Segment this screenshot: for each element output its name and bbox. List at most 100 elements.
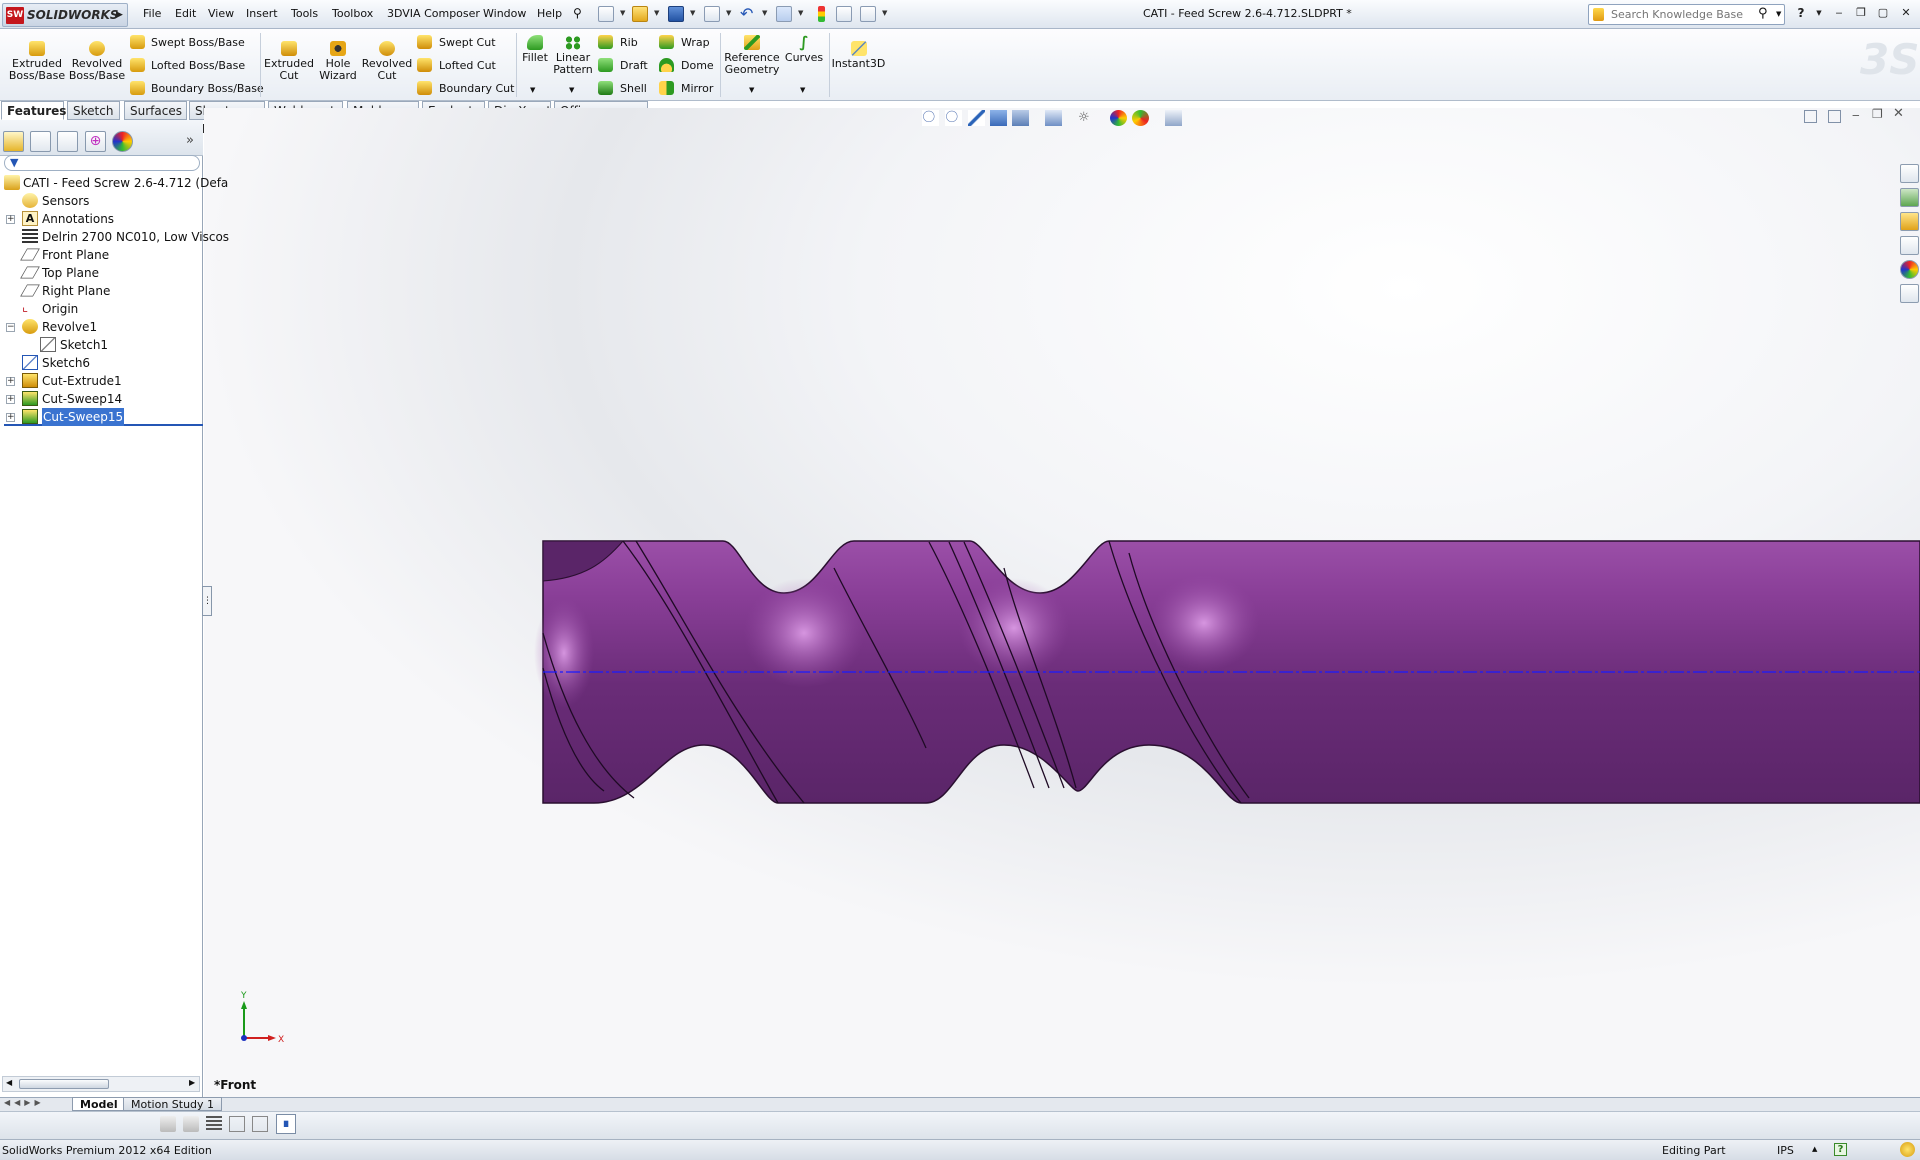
chevron-down-icon[interactable]: ▼ <box>749 86 754 94</box>
draft-button[interactable]: Draft <box>598 58 652 74</box>
menu-window[interactable]: Window <box>483 7 526 20</box>
collapse-icon[interactable]: − <box>6 323 15 332</box>
extruded-boss-button[interactable]: Extruded Boss/Base <box>8 41 66 82</box>
rebuild-traffic-light-icon[interactable] <box>818 6 825 22</box>
property-manager-icon[interactable] <box>30 131 51 152</box>
custom-properties-icon[interactable] <box>1900 284 1919 303</box>
chevron-down-icon[interactable]: ▼ <box>620 9 625 17</box>
apply-scene-icon[interactable] <box>1132 110 1149 126</box>
viewport-close-icon[interactable]: ✕ <box>1893 106 1904 121</box>
expand-icon[interactable]: + <box>6 215 15 224</box>
list-view-icon[interactable] <box>206 1116 222 1132</box>
revolved-cut-button[interactable]: Revolved Cut <box>360 41 414 82</box>
menu-edit[interactable]: Edit <box>175 7 196 20</box>
tree-item-origin[interactable]: ⌞ Origin <box>4 300 203 318</box>
help-button[interactable]: ? <box>1792 6 1810 22</box>
lofted-boss-button[interactable]: Lofted Boss/Base <box>130 58 260 74</box>
instant3d-button[interactable]: Instant3D <box>831 41 886 70</box>
revolved-boss-button[interactable]: Revolved Boss/Base <box>66 41 128 82</box>
expand-icon[interactable]: + <box>6 395 15 404</box>
open-folder-icon[interactable] <box>632 6 648 22</box>
view-orientation-icon[interactable] <box>1012 110 1029 126</box>
file-explorer-icon[interactable] <box>1900 212 1919 231</box>
mirror-button[interactable]: Mirror <box>659 81 719 97</box>
chevron-down-icon[interactable]: ▼ <box>654 9 659 17</box>
tree-item-top-plane[interactable]: Top Plane <box>4 264 203 282</box>
tree-item-sketch1[interactable]: Sketch1 <box>4 336 203 354</box>
reference-geometry-button[interactable]: Reference Geometry <box>722 35 782 76</box>
dimxpert-manager-icon[interactable]: ⊕ <box>85 131 106 152</box>
boundary-boss-button[interactable]: Boundary Boss/Base <box>130 81 264 97</box>
fillet-button[interactable]: Fillet <box>518 35 552 64</box>
search-box[interactable]: ⚲ ▼ <box>1588 4 1785 25</box>
status-units[interactable]: IPS <box>1777 1144 1794 1157</box>
feature-manager-icon[interactable] <box>3 131 24 152</box>
tree-item-right-plane[interactable]: Right Plane <box>4 282 203 300</box>
previous-view-icon[interactable] <box>968 110 985 126</box>
menu-view[interactable]: View <box>208 7 234 20</box>
chevron-down-icon[interactable]: ▼ <box>798 9 803 17</box>
chevron-down-icon[interactable]: ▼ <box>882 9 887 17</box>
rebuild-status-icon[interactable] <box>1900 1142 1915 1157</box>
tree-item-front-plane[interactable]: Front Plane <box>4 246 203 264</box>
tab-sketch[interactable]: Sketch <box>67 101 120 120</box>
undo-icon[interactable]: ↶ <box>740 4 753 23</box>
scroll-thumb[interactable] <box>19 1079 109 1089</box>
menu-insert[interactable]: Insert <box>246 7 278 20</box>
tree-item-material[interactable]: Delrin 2700 NC010, Low Viscos <box>4 228 229 246</box>
solidworks-resources-icon[interactable] <box>1900 164 1919 183</box>
file-properties-icon[interactable] <box>836 6 852 22</box>
wrap-button[interactable]: Wrap <box>659 35 719 51</box>
chevron-down-icon[interactable]: ▼ <box>800 86 805 94</box>
viewport-restore-icon[interactable]: ❐ <box>1872 107 1883 121</box>
hide-show-items-icon[interactable]: ☼ <box>1078 110 1095 126</box>
display-manager-icon[interactable] <box>112 131 133 152</box>
extruded-cut-button[interactable]: Extruded Cut <box>262 41 316 82</box>
rib-button[interactable]: Rib <box>598 35 652 51</box>
tree-item-annotations[interactable]: + A Annotations <box>4 210 203 228</box>
swept-cut-button[interactable]: Swept Cut <box>417 35 517 51</box>
options-icon[interactable] <box>860 6 876 22</box>
screw-body[interactable] <box>534 540 1920 804</box>
chevron-down-icon[interactable]: ▼ <box>569 86 574 94</box>
tree-horizontal-scrollbar[interactable]: ◀ ▶ <box>2 1076 200 1092</box>
new-document-icon[interactable] <box>598 6 614 22</box>
appearances-icon[interactable] <box>1900 260 1919 279</box>
search-icon[interactable]: ⚲ <box>1758 6 1768 21</box>
tree-item-revolve1[interactable]: − Revolve1 <box>4 318 203 336</box>
chevron-down-icon[interactable]: ▼ <box>1810 9 1828 25</box>
print-icon[interactable] <box>704 6 720 22</box>
chevron-down-icon[interactable]: ▼ <box>1776 10 1781 18</box>
table-view-icon[interactable] <box>229 1116 245 1132</box>
chevron-down-icon[interactable]: ▼ <box>530 86 535 94</box>
dome-button[interactable]: Dome <box>659 58 719 74</box>
menu-tools[interactable]: Tools <box>291 7 318 20</box>
feed-screw-model[interactable]: Y X <box>204 108 1920 1097</box>
viewport-minimize-icon[interactable]: ‒ <box>1852 108 1860 122</box>
tab-model[interactable]: Model <box>72 1097 126 1111</box>
viewport-split-icon[interactable] <box>1828 110 1841 123</box>
edit-appearance-icon[interactable] <box>1110 110 1127 126</box>
zoom-to-fit-icon[interactable] <box>922 110 939 126</box>
menu-file[interactable]: File <box>143 7 161 20</box>
graphics-area[interactable]: Y X <box>204 108 1920 1097</box>
tab-features[interactable]: Features <box>1 101 66 120</box>
new-motion-study-icon[interactable] <box>160 1116 176 1132</box>
swept-boss-button[interactable]: Swept Boss/Base <box>130 35 260 51</box>
tab-motion-study-1[interactable]: Motion Study 1 <box>123 1097 223 1111</box>
pin-icon[interactable]: ⚲ <box>573 6 587 20</box>
viewport-tile-icon[interactable] <box>1804 110 1817 123</box>
scroll-left-icon[interactable]: ◀ <box>6 1078 12 1087</box>
layout-view-icon[interactable] <box>252 1116 268 1132</box>
search-input[interactable] <box>1611 7 1761 22</box>
chevron-down-icon[interactable]: ▼ <box>726 9 731 17</box>
scroll-right-icon[interactable]: ▶ <box>189 1078 195 1087</box>
menu-3dvia-composer[interactable]: 3DVIA Composer <box>387 7 480 20</box>
help-icon[interactable]: ? <box>1834 1143 1847 1156</box>
motion-analysis-icon[interactable] <box>183 1116 199 1132</box>
zoom-to-area-icon[interactable] <box>945 110 962 126</box>
view-palette-icon[interactable] <box>1900 236 1919 255</box>
boundary-cut-button[interactable]: Boundary Cut <box>417 81 517 97</box>
section-view-icon[interactable] <box>990 110 1007 126</box>
tab-surfaces[interactable]: Surfaces <box>124 101 187 120</box>
